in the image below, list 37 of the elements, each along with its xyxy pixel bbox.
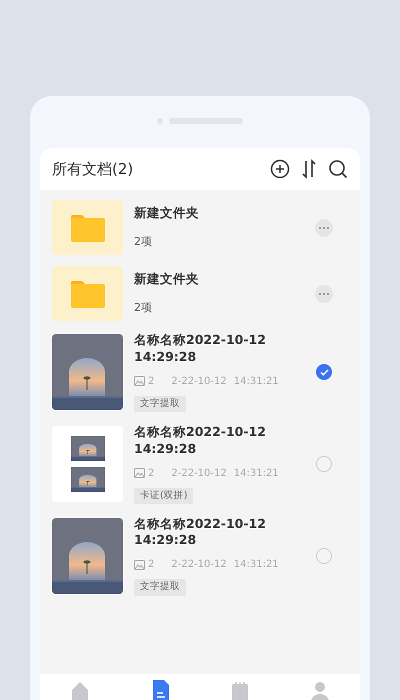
folder-icon (70, 214, 104, 242)
item-tag: 文字提取 (134, 579, 186, 596)
more-button[interactable] (315, 218, 333, 236)
item-name: 新建文件夹 (134, 204, 200, 222)
item-count: 2项 (134, 234, 153, 250)
item-time: 14:31:21 (234, 374, 279, 389)
folder-thumbnail[interactable] (52, 200, 123, 255)
item-time: 14:31:21 (234, 466, 279, 480)
item-date: 2-22-10-12 (171, 558, 227, 572)
image-icon (134, 560, 145, 570)
more-button[interactable] (315, 284, 333, 302)
item-tag: 卡证(双拼) (134, 488, 194, 504)
item-date: 2-22-10-12 (171, 374, 227, 389)
select-checkbox[interactable] (316, 548, 332, 564)
item-date: 2-22-10-12 (171, 466, 227, 480)
folder-icon (70, 280, 104, 308)
item-name: 名称名称2022-10-12 14:29:28 (134, 332, 267, 366)
thumbnail-card[interactable] (52, 426, 123, 502)
select-checkbox[interactable] (316, 364, 332, 380)
search-icon[interactable] (328, 159, 348, 179)
item-name: 新建文件夹 (134, 270, 200, 288)
check-icon (320, 368, 328, 376)
page-count: 2 (148, 558, 154, 572)
item-name: 名称名称2022-10-12 14:29:28 (134, 424, 267, 458)
select-checkbox[interactable] (316, 456, 332, 472)
page-count: 2 (148, 374, 154, 389)
image-icon (134, 468, 145, 478)
page-count: 2 (148, 466, 154, 480)
sort-icon[interactable] (301, 159, 317, 179)
item-time: 14:31:21 (234, 558, 279, 572)
item-tag: 文字提取 (134, 396, 186, 412)
add-icon[interactable] (270, 159, 290, 179)
page-title: 所有文档(2) (52, 158, 134, 180)
item-name: 名称名称2022-10-12 14:29:28 (134, 516, 267, 550)
folder-thumbnail[interactable] (52, 266, 123, 321)
image-icon (134, 376, 145, 386)
item-count: 2项 (134, 300, 153, 316)
